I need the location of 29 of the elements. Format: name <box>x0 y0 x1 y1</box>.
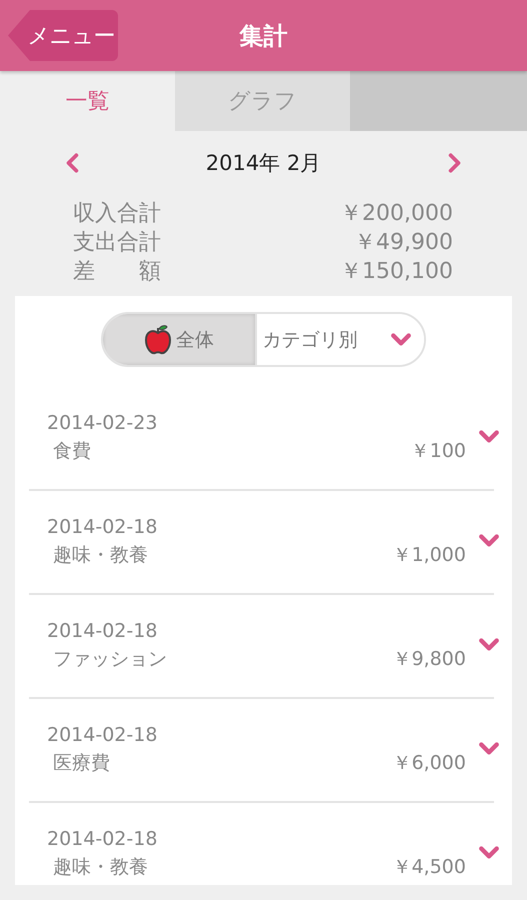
entry-date: 2014-02-18 <box>47 828 158 850</box>
summary-amount: ￥200,000 <box>340 200 453 228</box>
entry-category: 食費 <box>52 439 92 464</box>
entry-amount: ￥6,000 <box>392 751 466 776</box>
summary-amount: ￥150,100 <box>340 258 453 286</box>
month-label: 2014年 2月 <box>206 150 322 177</box>
entry-category: 趣味・教養 <box>52 855 149 880</box>
entry-amount: ￥9,800 <box>392 647 466 672</box>
summary-label: 支出合計 <box>73 229 162 257</box>
category-dropdown[interactable]: カテゴリ別 <box>256 314 424 365</box>
entry-amount: ￥4,500 <box>392 855 466 880</box>
tab[interactable]: 一覧 <box>0 71 175 131</box>
entry-amount: ￥100 <box>410 439 466 464</box>
tab[interactable]: グラフ <box>175 71 350 131</box>
summary-label: 差 額 <box>73 258 162 286</box>
entry-category: 医療費 <box>52 751 111 776</box>
menu-button[interactable]: メニュー <box>8 10 118 61</box>
entry-date: 2014-02-18 <box>47 724 158 746</box>
entry-date: 2014-02-18 <box>47 516 158 538</box>
apple-icon <box>144 324 172 354</box>
entry-date: 2014-02-23 <box>47 412 158 434</box>
entry-date: 2014-02-18 <box>47 620 158 642</box>
entry-category: ファッション <box>52 647 168 672</box>
screen-title: 集計 <box>240 20 288 52</box>
entry-amount: ￥1,000 <box>392 543 466 568</box>
summary-amount: ￥49,900 <box>353 229 453 257</box>
filter-option[interactable]: 全体 <box>103 314 256 365</box>
entry-category: 趣味・教養 <box>52 543 149 568</box>
summary-label: 収入合計 <box>73 200 162 228</box>
